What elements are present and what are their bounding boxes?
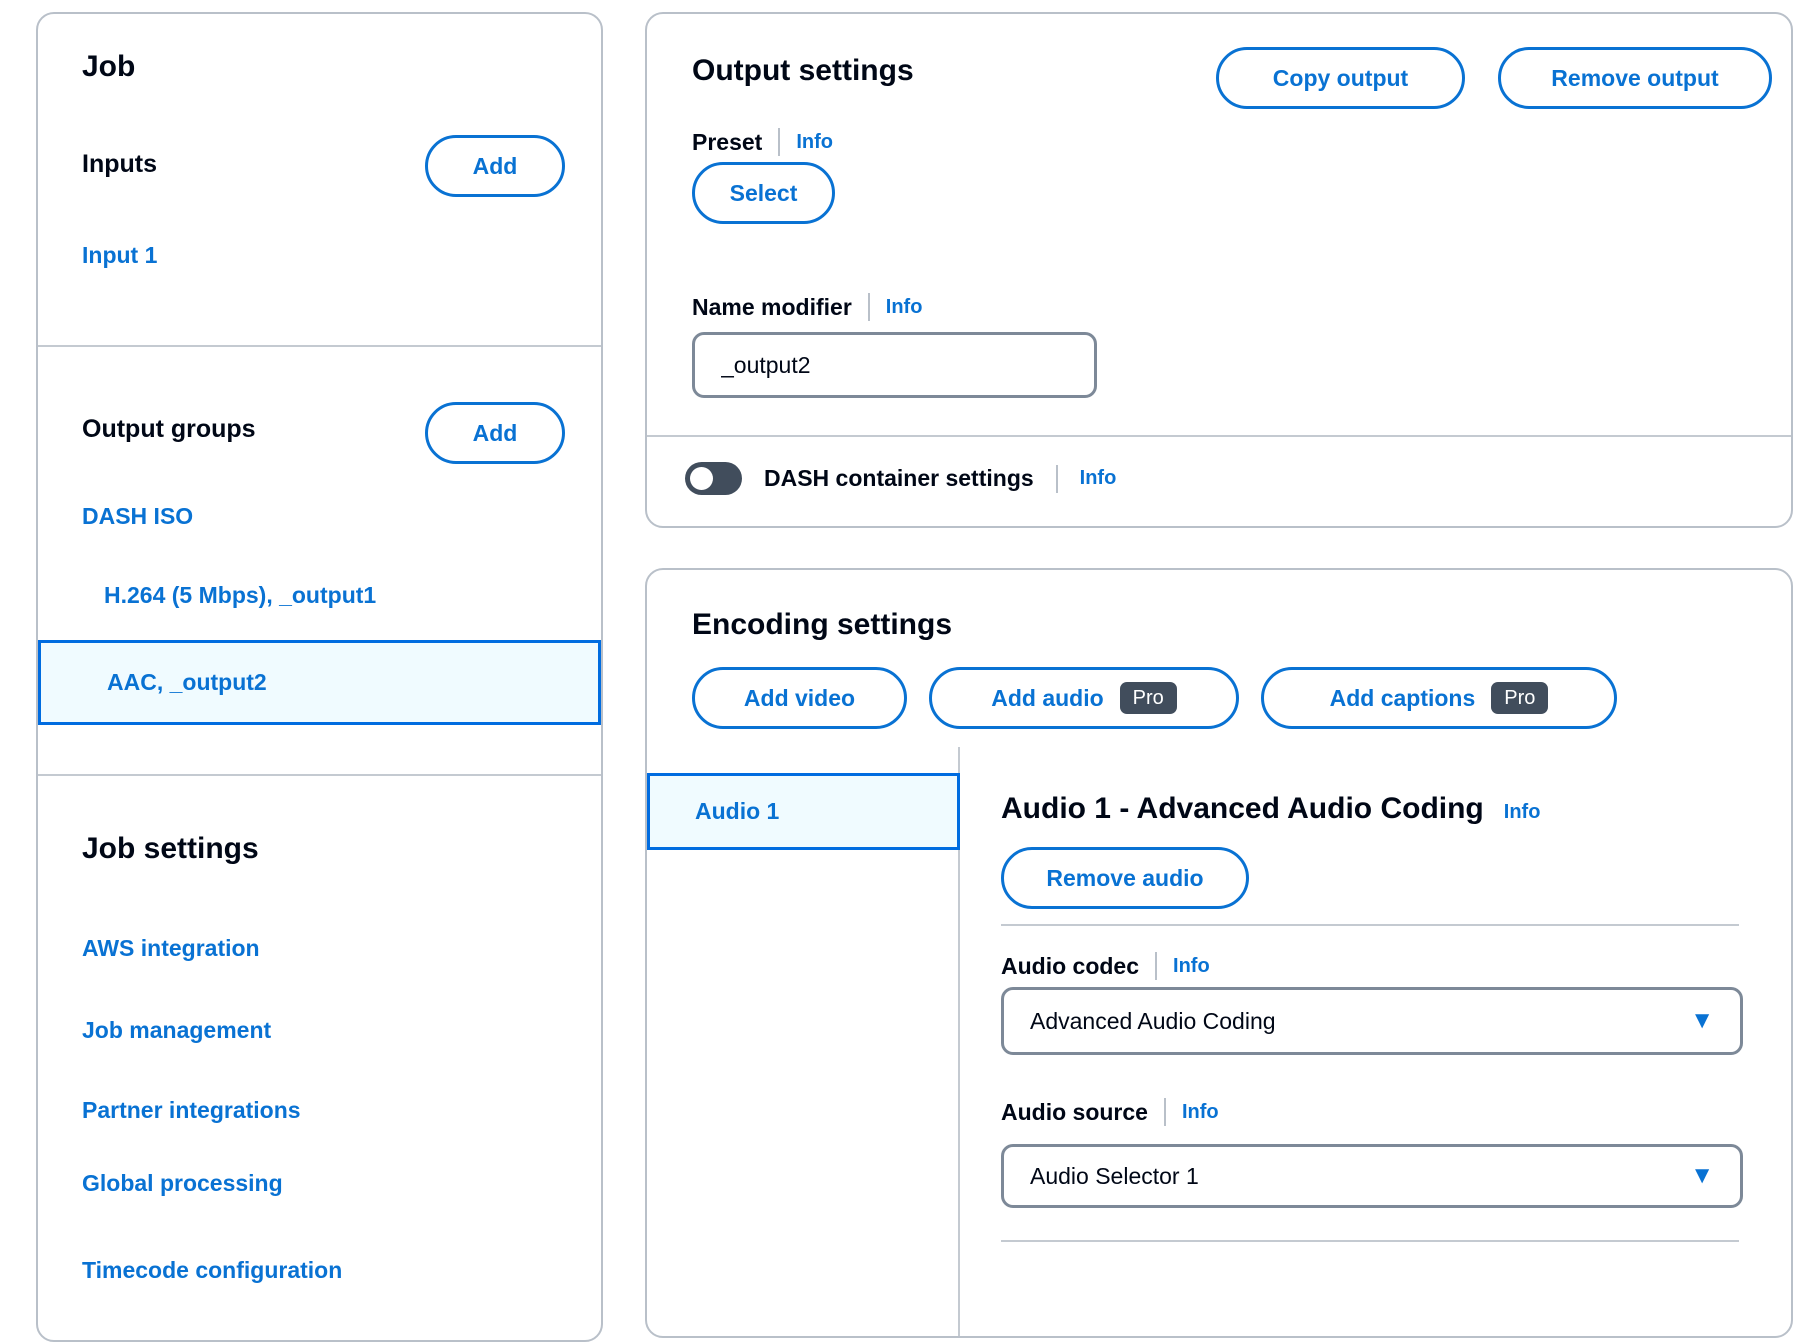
audio-codec-info-link[interactable]: Info [1173,955,1210,978]
toggle-knob-icon [690,467,713,490]
encoding-settings-panel: Encoding settings Add video Add audio Pr… [645,568,1793,1338]
audio-codec-select[interactable]: Advanced Audio Coding ▼ [1001,987,1743,1055]
divider [778,128,780,156]
audio-panel-heading: Audio 1 - Advanced Audio Coding [1001,792,1484,826]
divider [868,293,870,321]
add-output-group-button[interactable]: Add [425,402,565,464]
sidebar-item-output-1[interactable]: H.264 (5 Mbps), _output1 [104,582,376,609]
preset-select-button[interactable]: Select [692,162,835,224]
tab-audio-1[interactable]: Audio 1 [647,773,960,850]
pro-badge: Pro [1491,682,1548,714]
divider [1056,465,1058,493]
dash-container-settings-label: DASH container settings [764,465,1034,492]
audio-source-value: Audio Selector 1 [1030,1163,1199,1190]
divider [38,774,601,776]
chevron-down-icon: ▼ [1690,1009,1714,1033]
sidebar-item-global-processing[interactable]: Global processing [82,1170,283,1197]
audio-source-info-link[interactable]: Info [1182,1101,1219,1124]
divider [1155,952,1157,980]
audio-panel-info-link[interactable]: Info [1504,801,1541,824]
inputs-label: Inputs [82,150,157,179]
sidebar-item-dash-iso[interactable]: DASH ISO [82,503,193,530]
sidebar-item-partner-integrations[interactable]: Partner integrations [82,1097,301,1124]
divider [647,435,1791,437]
job-panel: Job Inputs Add Input 1 Output groups Add… [36,12,603,1342]
add-captions-label: Add captions [1330,685,1476,712]
pro-badge: Pro [1120,682,1177,714]
name-modifier-info-link[interactable]: Info [886,296,923,319]
sidebar-item-output-2-label: AAC, _output2 [107,669,267,696]
dash-container-info-link[interactable]: Info [1080,467,1117,490]
add-captions-button[interactable]: Add captions Pro [1261,667,1617,729]
sidebar-item-aws-integration[interactable]: AWS integration [82,935,260,962]
copy-output-button[interactable]: Copy output [1216,47,1465,109]
job-settings-title: Job settings [82,832,259,866]
add-audio-button[interactable]: Add audio Pro [929,667,1239,729]
output-groups-label: Output groups [82,415,256,444]
divider [38,345,601,347]
name-modifier-label: Name modifier [692,294,852,321]
audio-source-label: Audio source [1001,1099,1148,1126]
remove-audio-button[interactable]: Remove audio [1001,847,1249,909]
audio-codec-value: Advanced Audio Coding [1030,1008,1276,1035]
sidebar-item-input-1[interactable]: Input 1 [82,242,157,269]
output-settings-panel: Output settings Copy output Remove outpu… [645,12,1793,528]
encoding-settings-title: Encoding settings [692,608,952,642]
audio-source-select[interactable]: Audio Selector 1 ▼ [1001,1144,1743,1208]
add-input-button[interactable]: Add [425,135,565,197]
divider [1001,1240,1739,1242]
divider [1164,1098,1166,1126]
remove-output-button[interactable]: Remove output [1498,47,1772,109]
name-modifier-input[interactable] [692,332,1097,398]
dash-container-toggle[interactable] [685,462,742,495]
output-settings-title: Output settings [692,54,914,88]
sidebar-item-output-2-selected[interactable]: AAC, _output2 [38,640,601,725]
sidebar-item-job-management[interactable]: Job management [82,1017,271,1044]
preset-info-link[interactable]: Info [796,131,833,154]
audio-codec-label: Audio codec [1001,953,1139,980]
add-audio-label: Add audio [991,685,1103,712]
job-panel-title: Job [82,50,135,84]
tab-audio-1-label: Audio 1 [695,798,779,825]
chevron-down-icon: ▼ [1690,1164,1714,1188]
sidebar-item-timecode-configuration[interactable]: Timecode configuration [82,1257,342,1284]
divider [1001,924,1739,926]
preset-label: Preset [692,129,762,156]
add-video-button[interactable]: Add video [692,667,907,729]
